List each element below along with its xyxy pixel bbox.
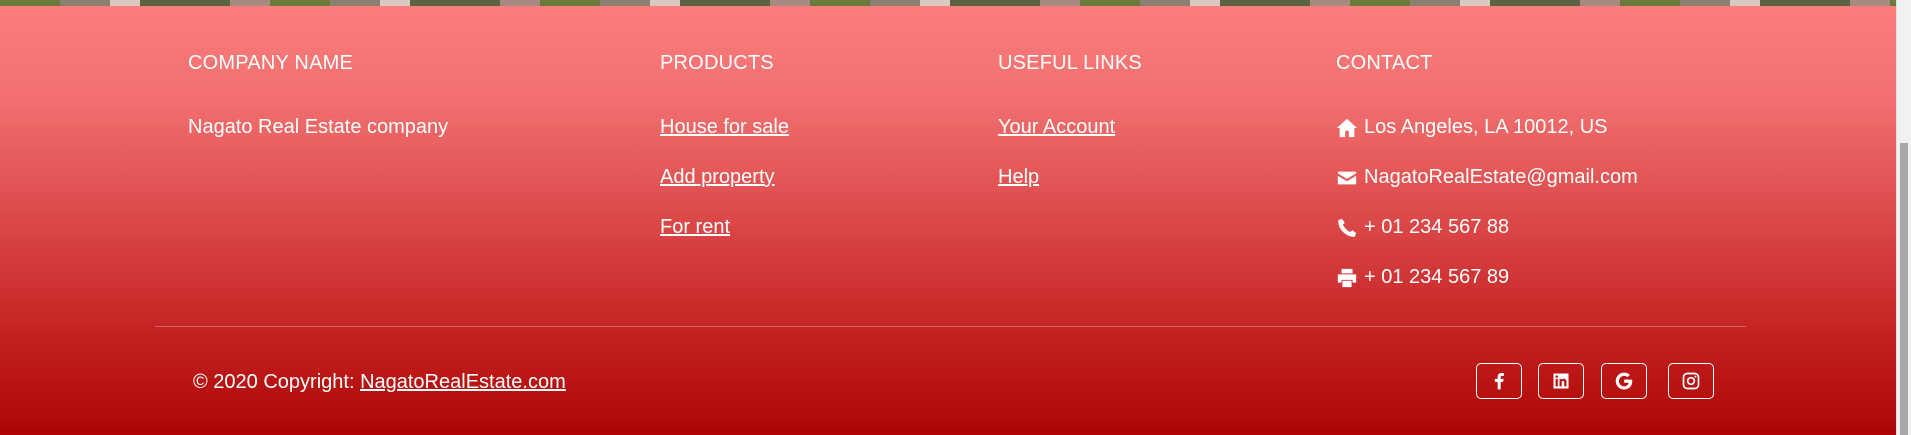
- email-text: NagatoRealEstate@gmail.com: [1364, 166, 1638, 188]
- vertical-scrollbar[interactable]: [1896, 0, 1911, 435]
- company-heading: COMPANY NAME: [188, 52, 354, 74]
- fax-text: + 01 234 567 89: [1364, 266, 1510, 288]
- copyright-prefix: © 2020 Copyright:: [193, 371, 361, 393]
- products-column: PRODUCTS House for sale Add property For…: [660, 52, 789, 238]
- for-rent-link[interactable]: For rent: [660, 216, 730, 239]
- useful-links-heading: USEFUL LINKS: [998, 52, 1142, 74]
- copyright-text: © 2020 Copyright: NagatoRealEstate.com: [193, 371, 566, 394]
- home-icon: [1336, 118, 1358, 137]
- contact-column: CONTACT Los Angeles, LA 10012, US Nagato…: [1336, 52, 1638, 288]
- google-icon: [1615, 372, 1633, 390]
- contact-fax: + 01 234 567 89: [1336, 266, 1509, 289]
- linkedin-icon: [1553, 373, 1569, 389]
- help-link[interactable]: Help: [998, 166, 1039, 189]
- instagram-icon: [1682, 372, 1700, 390]
- phone-text: + 01 234 567 88: [1364, 216, 1510, 238]
- facebook-button[interactable]: [1476, 363, 1522, 399]
- printer-icon: [1337, 268, 1357, 287]
- google-button[interactable]: [1601, 363, 1647, 399]
- envelope-icon: [1337, 171, 1357, 184]
- company-column: COMPANY NAME Nagato Real Estate company: [188, 52, 448, 138]
- company-description: Nagato Real Estate company: [188, 116, 449, 138]
- instagram-button[interactable]: [1668, 363, 1714, 399]
- site-footer: COMPANY NAME Nagato Real Estate company …: [0, 6, 1897, 435]
- contact-heading: CONTACT: [1336, 52, 1433, 74]
- phone-icon: [1338, 218, 1357, 237]
- add-property-link[interactable]: Add property: [660, 166, 775, 189]
- contact-address: Los Angeles, LA 10012, US: [1336, 116, 1608, 139]
- address-text: Los Angeles, LA 10012, US: [1364, 116, 1608, 138]
- facebook-icon: [1494, 373, 1504, 390]
- contact-phone: + 01 234 567 88: [1336, 216, 1509, 239]
- products-heading: PRODUCTS: [660, 52, 774, 74]
- copyright-site-link[interactable]: NagatoRealEstate.com: [360, 371, 566, 393]
- footer-divider: [155, 326, 1746, 327]
- house-for-sale-link[interactable]: House for sale: [660, 116, 789, 139]
- your-account-link[interactable]: Your Account: [998, 116, 1115, 139]
- contact-email: NagatoRealEstate@gmail.com: [1336, 166, 1638, 189]
- useful-links-column: USEFUL LINKS Your Account Help: [998, 52, 1142, 188]
- linkedin-button[interactable]: [1538, 363, 1584, 399]
- scrollbar-thumb[interactable]: [1900, 143, 1908, 435]
